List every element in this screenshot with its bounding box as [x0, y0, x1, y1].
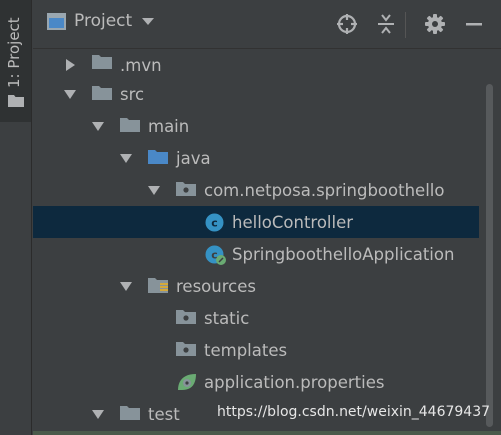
- resources-folder-icon: [148, 278, 168, 293]
- spring-boot-class-icon: c: [205, 245, 226, 265]
- tree-item-templates[interactable]: templates: [33, 334, 479, 366]
- gear-icon: [425, 14, 445, 34]
- folder-icon: [176, 342, 196, 356]
- collapse-arrow-icon[interactable]: [147, 183, 161, 197]
- vertical-scrollbar-thumb[interactable]: [486, 84, 493, 427]
- settings-button[interactable]: [424, 13, 446, 35]
- tree-item-java[interactable]: java: [33, 142, 479, 174]
- collapse-arrow-icon[interactable]: [91, 119, 105, 133]
- tree-item-label: src: [120, 84, 145, 104]
- tree-item-springboot-application[interactable]: c SpringboothelloApplication: [33, 238, 479, 270]
- tree-item-label: static: [204, 308, 250, 328]
- hide-panel-button[interactable]: [463, 13, 485, 35]
- spring-properties-icon: [178, 374, 196, 390]
- collapse-arrow-icon[interactable]: [91, 407, 105, 421]
- tree-item-label: application.properties: [204, 372, 385, 392]
- tree-item-resources[interactable]: resources: [33, 270, 479, 302]
- watermark-url: https://blog.csdn.net/weixin_44679437: [217, 404, 491, 420]
- toolbar-divider: [405, 12, 406, 38]
- tree-item-label: main: [148, 116, 190, 136]
- tree-item-static[interactable]: static: [33, 302, 479, 334]
- java-class-icon: c: [205, 213, 224, 232]
- bottom-edge: [33, 431, 501, 435]
- tree-item-label: test: [148, 404, 180, 424]
- project-tool-tab[interactable]: 1: Project: [0, 0, 31, 122]
- tool-window-strip: 1: Project: [0, 0, 32, 435]
- tree-item-label: .mvn: [120, 55, 162, 75]
- source-folder-icon: [148, 150, 168, 164]
- folder-icon: [92, 55, 112, 69]
- tree-item-label: helloController: [232, 212, 354, 232]
- project-view-title: Project: [74, 11, 133, 31]
- project-tree: .mvn src main java com.netposa.springboo…: [33, 49, 479, 435]
- folder-icon: [120, 118, 140, 132]
- tree-item-label: SpringboothelloApplication: [232, 244, 455, 264]
- project-view-selector[interactable]: Project: [47, 11, 155, 31]
- tree-item-src[interactable]: src: [33, 78, 479, 110]
- tree-item-label: com.netposa.springboothello: [204, 180, 445, 200]
- folder-icon: [120, 406, 140, 420]
- project-window-icon: [47, 12, 66, 30]
- folder-icon: [92, 86, 112, 100]
- folder-icon: [176, 310, 196, 324]
- project-toolbar: Project: [33, 0, 501, 49]
- tree-item-mvn[interactable]: .mvn: [33, 49, 479, 81]
- tree-item-main[interactable]: main: [33, 110, 479, 142]
- svg-text:c: c: [211, 217, 218, 230]
- collapse-all-icon: [378, 14, 394, 34]
- collapse-arrow-icon[interactable]: [63, 87, 77, 101]
- collapse-arrow-icon[interactable]: [119, 151, 133, 165]
- target-icon: [337, 14, 357, 34]
- collapse-all-button[interactable]: [375, 13, 397, 35]
- collapse-arrow-icon[interactable]: [119, 279, 133, 293]
- minimize-icon: [466, 23, 482, 26]
- expand-arrow-icon[interactable]: [63, 58, 77, 72]
- tree-item-hello-controller[interactable]: c helloController: [33, 206, 479, 238]
- tree-item-label: java: [176, 148, 211, 168]
- tree-item-application-properties[interactable]: application.properties: [33, 366, 479, 398]
- package-icon: [176, 182, 196, 196]
- tree-item-package[interactable]: com.netposa.springboothello: [33, 174, 479, 206]
- locate-file-button[interactable]: [336, 13, 358, 35]
- chevron-down-icon[interactable]: [142, 17, 155, 25]
- tree-item-label: resources: [176, 276, 256, 296]
- tree-item-label: templates: [204, 340, 288, 360]
- project-tab-label: 1: Project: [5, 17, 23, 88]
- folder-icon: [8, 95, 24, 107]
